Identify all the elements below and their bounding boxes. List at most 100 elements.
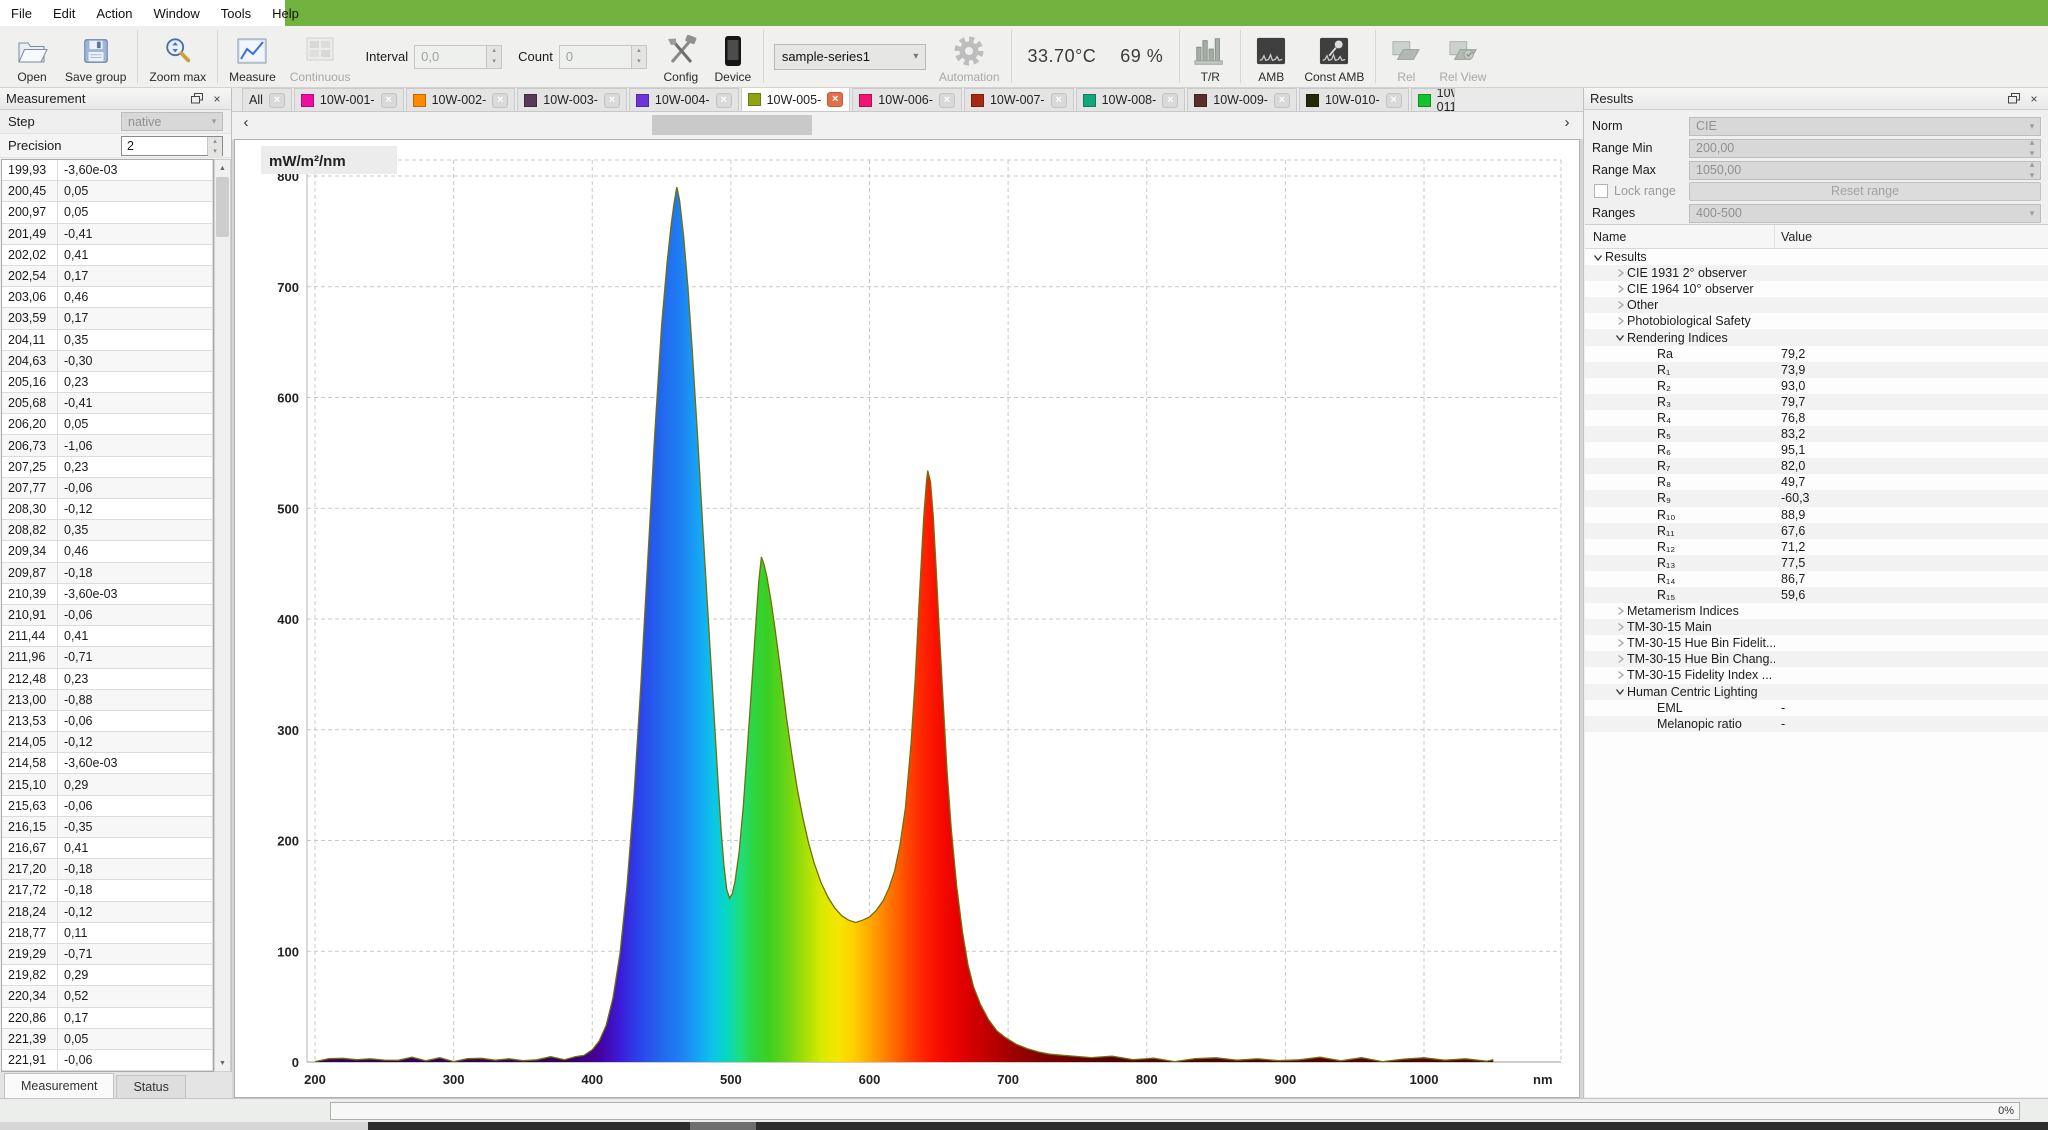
measurement-row[interactable]: 204,63-0,30	[2, 351, 213, 372]
chevron-right-icon[interactable]	[1613, 316, 1627, 326]
scroll-thumb[interactable]	[652, 115, 812, 135]
measurement-row[interactable]: 211,96-0,71	[2, 647, 213, 668]
config-button[interactable]: Config	[655, 26, 707, 87]
measurement-row[interactable]: 208,30-0,12	[2, 499, 213, 520]
tab-close-icon[interactable]: ×	[492, 93, 508, 108]
tab-measurement[interactable]: Measurement	[4, 1073, 114, 1098]
spin-down-icon[interactable]: ▾	[487, 57, 501, 68]
menu-edit[interactable]: Edit	[53, 6, 75, 21]
measurement-row[interactable]: 216,670,41	[2, 838, 213, 859]
tab-10w-003[interactable]: 10W-003-×	[517, 88, 627, 111]
tree-row-r[interactable]: R₁73,9	[1585, 362, 2048, 378]
tree-row-r[interactable]: R₁₅59,6	[1585, 587, 2048, 603]
tree-row-rendering-indices[interactable]: Rendering Indices	[1585, 329, 2048, 345]
scroll-right-icon[interactable]: ›	[1559, 114, 1575, 131]
precision-spinner[interactable]: ▴ ▾	[207, 137, 222, 155]
tree-row-ra[interactable]: Ra79,2	[1585, 346, 2048, 362]
measurement-row[interactable]: 202,020,41	[2, 245, 213, 266]
chevron-right-icon[interactable]	[1613, 654, 1627, 664]
chevron-down-icon[interactable]	[1591, 253, 1605, 262]
chevron-right-icon[interactable]	[1613, 268, 1627, 278]
tab-close-icon[interactable]: ×	[939, 93, 955, 108]
tab-close-icon[interactable]: ×	[827, 92, 843, 107]
measurement-row[interactable]: 205,160,23	[2, 372, 213, 393]
measurement-row[interactable]: 202,540,17	[2, 266, 213, 287]
const-amb-button[interactable]: Const AMB	[1297, 26, 1371, 87]
measurement-row[interactable]: 218,24-0,12	[2, 902, 213, 923]
tree-row-tm-30-15-hue-bin-chang[interactable]: TM-30-15 Hue Bin Chang...	[1585, 651, 2048, 667]
tree-row-human-centric-lighting[interactable]: Human Centric Lighting	[1585, 684, 2048, 700]
chevron-down-icon[interactable]	[1613, 333, 1627, 342]
automation-button[interactable]: Automation	[932, 26, 1007, 87]
tree-row-tm-30-15-fidelity-index[interactable]: TM-30-15 Fidelity Index ...	[1585, 667, 2048, 683]
measurement-row[interactable]: 217,72-0,18	[2, 880, 213, 901]
amb-button[interactable]: AMB	[1245, 26, 1297, 87]
ranges-select[interactable]: 400-500 ▾	[1689, 204, 2041, 223]
interval-input[interactable]: 0,0 ▴ ▾	[414, 45, 502, 69]
tab-10w-004[interactable]: 10W-004-×	[629, 88, 739, 111]
measurement-row[interactable]: 218,770,11	[2, 923, 213, 944]
tab-10w-011[interactable]: 10W-011-	[1411, 88, 1455, 111]
tree-row-r[interactable]: R₅83,2	[1585, 426, 2048, 442]
measurement-row[interactable]: 219,29-0,71	[2, 944, 213, 965]
rel-button[interactable]: Rel	[1380, 26, 1432, 87]
chevron-right-icon[interactable]	[1613, 284, 1627, 294]
tree-row-r[interactable]: R₆95,1	[1585, 442, 2048, 458]
tree-row-tm-30-15-hue-bin-fidelit[interactable]: TM-30-15 Hue Bin Fidelit...	[1585, 635, 2048, 651]
zoom-max-button[interactable]: Zoom max	[142, 26, 213, 87]
measurement-row[interactable]: 220,860,17	[2, 1008, 213, 1029]
tab-10w-005[interactable]: 10W-005-×	[741, 88, 851, 111]
measure-button[interactable]: Measure	[222, 26, 283, 87]
tree-row-r[interactable]: R₁₀88,9	[1585, 507, 2048, 523]
measurement-row[interactable]: 203,060,46	[2, 287, 213, 308]
spin-up-icon[interactable]: ▴	[208, 137, 222, 147]
measurement-row[interactable]: 217,20-0,18	[2, 859, 213, 880]
open-button[interactable]: Open	[6, 26, 58, 87]
scroll-up-icon[interactable]: ▲	[215, 160, 230, 176]
tree-row-r[interactable]: R₂93,0	[1585, 378, 2048, 394]
tab-10w-008[interactable]: 10W-008-×	[1076, 88, 1186, 111]
measurement-row[interactable]: 201,49-0,41	[2, 224, 213, 245]
float-panel-icon[interactable]	[189, 91, 205, 106]
tree-row-r[interactable]: R₄76,8	[1585, 410, 2048, 426]
tree-row-metamerism-indices[interactable]: Metamerism Indices	[1585, 603, 2048, 619]
tree-row-r[interactable]: R₉-60,3	[1585, 490, 2048, 506]
continuous-button[interactable]: Continuous	[283, 26, 358, 87]
value-column-header[interactable]: Value	[1775, 230, 2048, 244]
series-combobox[interactable]: sample-series1 ▾	[774, 44, 926, 70]
tab-close-icon[interactable]: ×	[269, 93, 285, 108]
measurement-row[interactable]: 214,58-3,60e-03	[2, 753, 213, 774]
measurement-row[interactable]: 215,63-0,06	[2, 796, 213, 817]
measurement-table-scrollbar[interactable]: ▲ ▼	[214, 159, 231, 1072]
menu-window[interactable]: Window	[154, 6, 200, 21]
menu-help[interactable]: Help	[272, 6, 299, 21]
measurement-row[interactable]: 220,340,52	[2, 986, 213, 1007]
tab-10w-010[interactable]: 10W-010-×	[1299, 88, 1409, 111]
spin-up-icon[interactable]: ▴	[487, 46, 501, 57]
measurement-row[interactable]: 199,93-3,60e-03	[2, 160, 213, 181]
interval-spinner[interactable]: ▴ ▾	[486, 46, 501, 68]
tab-10w-001[interactable]: 10W-001-×	[294, 88, 404, 111]
tree-row-other[interactable]: Other	[1585, 297, 2048, 313]
chevron-right-icon[interactable]	[1613, 300, 1627, 310]
menu-tools[interactable]: Tools	[221, 6, 251, 21]
count-input[interactable]: 0 ▴ ▾	[559, 45, 647, 69]
tab-10w-007[interactable]: 10W-007-×	[964, 88, 1074, 111]
lock-range-checkbox[interactable]	[1594, 184, 1608, 198]
measurement-row[interactable]: 219,820,29	[2, 965, 213, 986]
measurement-row[interactable]: 209,87-0,18	[2, 563, 213, 584]
spin-up-icon[interactable]: ▴	[632, 46, 646, 57]
tab-close-icon[interactable]: ×	[716, 93, 732, 108]
spin-down-icon[interactable]: ▾	[208, 147, 222, 157]
tree-row-results[interactable]: Results	[1585, 249, 2048, 265]
measurement-row[interactable]: 205,68-0,41	[2, 393, 213, 414]
tab-10w-009[interactable]: 10W-009-×	[1187, 88, 1297, 111]
reset-range-button[interactable]: Reset range	[1689, 182, 2041, 201]
menu-action[interactable]: Action	[96, 6, 132, 21]
range-min-input[interactable]: 200,00 ▴▾	[1689, 139, 2041, 158]
tree-row-photobiological-safety[interactable]: Photobiological Safety	[1585, 313, 2048, 329]
tree-row-r[interactable]: R₁₄86,7	[1585, 571, 2048, 587]
tree-row-tm-30-15-main[interactable]: TM-30-15 Main	[1585, 619, 2048, 635]
measurement-row[interactable]: 200,450,05	[2, 181, 213, 202]
scrollbar-thumb[interactable]	[216, 177, 229, 237]
